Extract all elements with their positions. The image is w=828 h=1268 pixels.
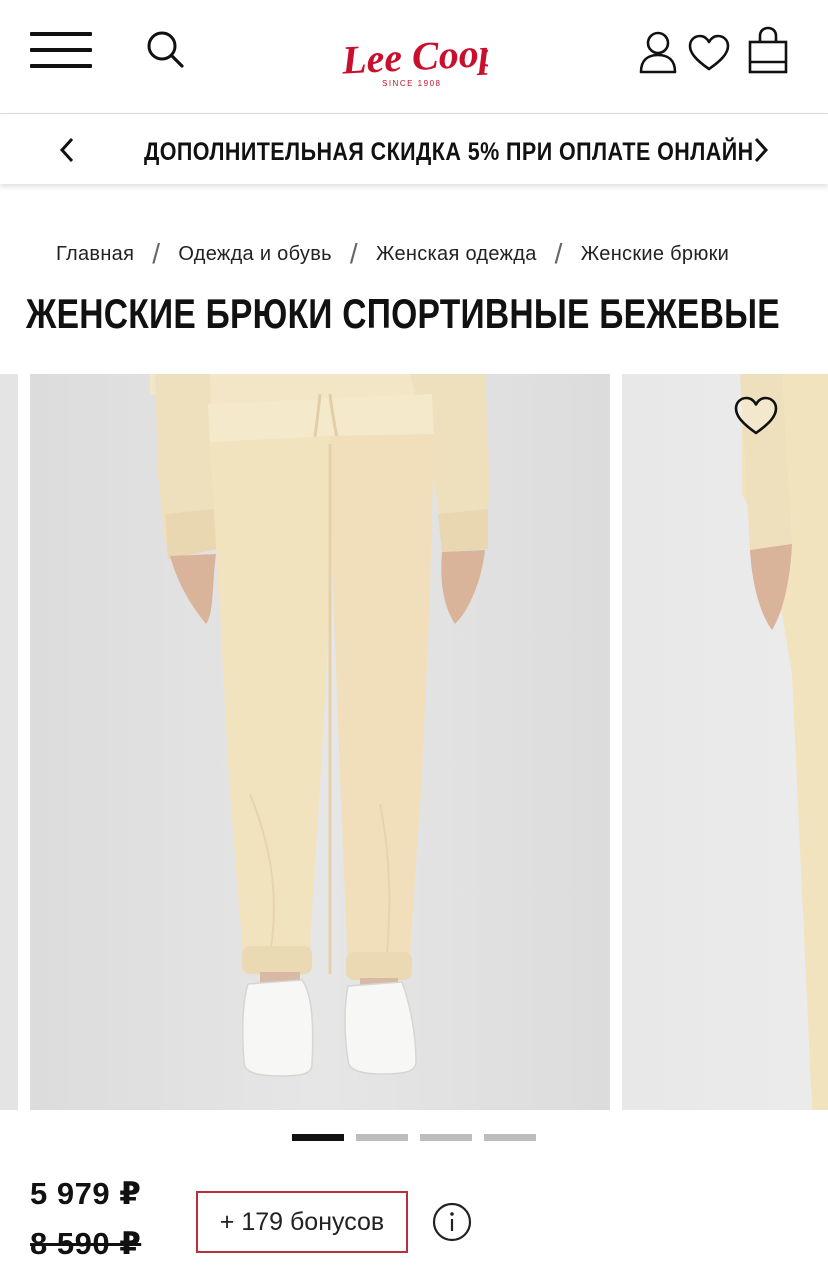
price-current: 5 979 ₽ — [30, 1176, 142, 1211]
site-header: Lee Cooper SINCE 1908 — [0, 0, 828, 114]
info-icon[interactable] — [432, 1202, 472, 1242]
logo-tagline: SINCE 1908 — [382, 79, 441, 88]
breadcrumb-separator: / — [152, 238, 161, 269]
breadcrumb-separator: / — [349, 238, 358, 269]
breadcrumb: Главная / Одежда и обувь / Женская одежда / Же… — [56, 238, 772, 272]
menu-line — [30, 48, 92, 52]
chevron-right-icon[interactable] — [748, 136, 772, 164]
gallery-dot[interactable] — [420, 1134, 472, 1141]
page-title: ЖЕНСКИЕ БРЮКИ СПОРТИВНЫЕ БЕЖЕВЫЕ — [26, 290, 780, 337]
add-to-wishlist-heart-icon[interactable] — [734, 396, 778, 436]
wishlist-icon[interactable] — [688, 34, 730, 72]
bonus-badge: + 179 бонусов — [196, 1191, 408, 1253]
gallery-slide-prev[interactable] — [0, 374, 18, 1110]
product-gallery[interactable] — [0, 374, 828, 1110]
menu-line — [30, 32, 92, 36]
promo-text: ДОПОЛНИТЕЛЬНАЯ СКИДКА 5% ПРИ ОПЛАТЕ ОНЛА… — [143, 138, 754, 166]
promo-banner: ДОПОЛНИТЕЛЬНАЯ СКИДКА 5% ПРИ ОПЛАТЕ ОНЛА… — [0, 116, 828, 184]
product-image[interactable] — [30, 374, 610, 1110]
gallery-dot-active[interactable] — [292, 1134, 344, 1141]
breadcrumb-clothing[interactable]: Одежда и обувь — [178, 243, 332, 265]
price-old: 8 590 ₽ — [30, 1226, 142, 1261]
logo-wordmark: Lee Cooper — [340, 28, 488, 83]
cart-icon[interactable] — [748, 26, 788, 74]
product-photo — [150, 374, 490, 1077]
breadcrumb-home[interactable]: Главная — [56, 243, 134, 265]
menu-line — [30, 64, 92, 68]
gallery-pagination — [292, 1134, 552, 1142]
breadcrumb-separator: / — [554, 238, 563, 269]
menu-icon[interactable] — [30, 32, 92, 68]
brand-logo[interactable]: Lee Cooper SINCE 1908 — [336, 22, 533, 92]
breadcrumb-womens-clothing[interactable]: Женская одежда — [376, 243, 537, 265]
product-photo-next — [740, 374, 828, 1110]
gallery-dot[interactable] — [484, 1134, 536, 1141]
account-icon[interactable] — [638, 30, 678, 74]
search-icon[interactable] — [146, 30, 186, 70]
gallery-slide-next[interactable] — [622, 374, 828, 1110]
breadcrumb-womens-trousers[interactable]: Женские брюки — [581, 243, 729, 265]
gallery-dot[interactable] — [356, 1134, 408, 1141]
chevron-left-icon[interactable] — [56, 136, 80, 164]
